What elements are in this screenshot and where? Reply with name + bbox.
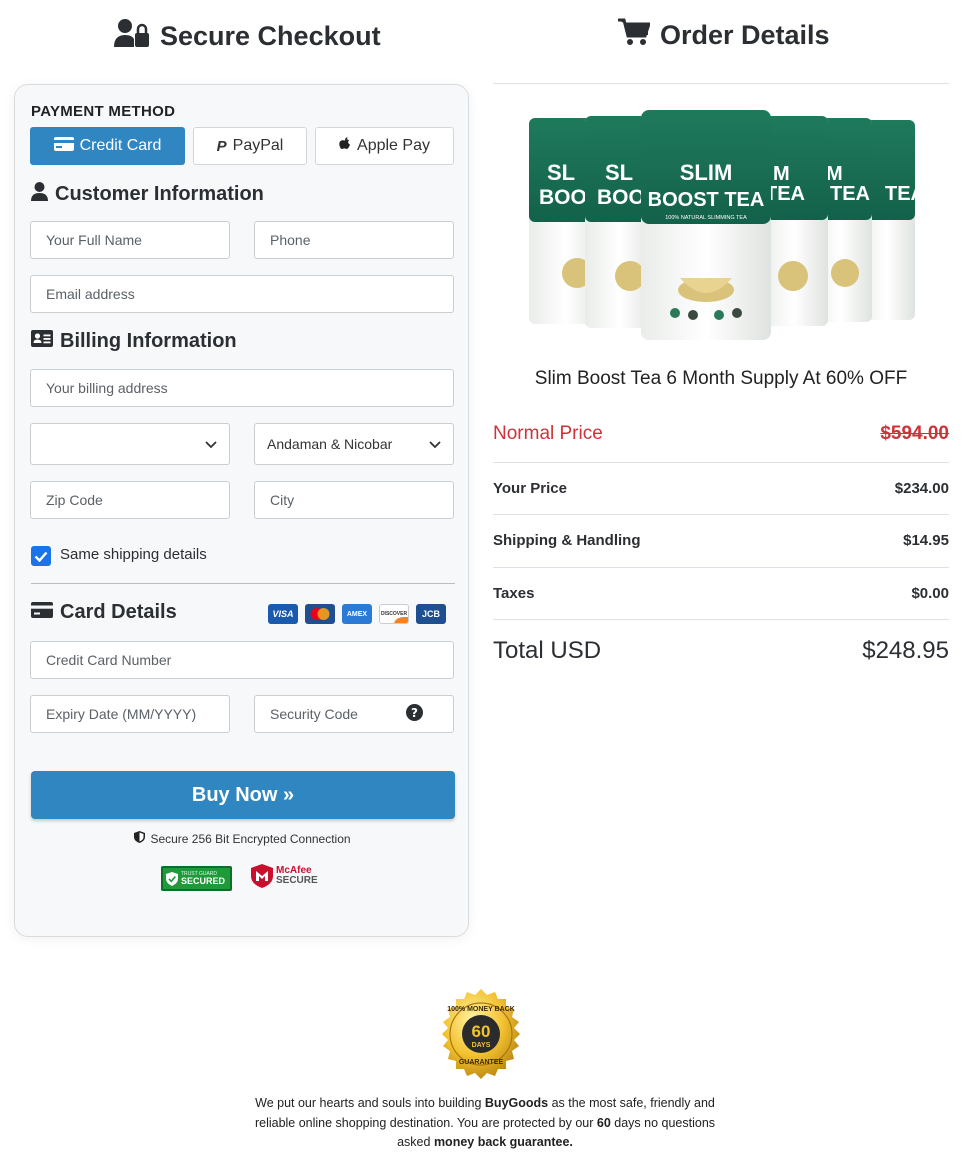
- svg-text:M: M: [773, 163, 790, 185]
- money-back-guarantee-seal: 60 DAYS 100% MONEY BACK GUARANTEE: [442, 989, 520, 1079]
- zip-code-input[interactable]: Zip Code: [30, 481, 230, 519]
- mcafee-shield-icon: [251, 864, 273, 888]
- order-details-title: Order Details: [618, 18, 830, 53]
- pouch-front: SLIM BOOST TEA 100% NATURAL SLIMMING TEA: [641, 110, 771, 340]
- svg-text:?: ?: [411, 706, 418, 720]
- svg-text:M: M: [826, 163, 843, 185]
- amex-logo-icon: AMEX: [342, 604, 372, 624]
- svg-text:SL: SL: [605, 160, 633, 185]
- discover-logo-icon: DISCOVER: [379, 604, 409, 624]
- svg-text:100% MONEY BACK: 100% MONEY BACK: [447, 1006, 515, 1013]
- svg-text:100% NATURAL SLIMMING TEA: 100% NATURAL SLIMMING TEA: [665, 215, 747, 221]
- country-select[interactable]: [30, 423, 230, 465]
- email-input[interactable]: Email address: [30, 275, 454, 313]
- city-input[interactable]: City: [254, 481, 454, 519]
- credit-card-icon: [53, 136, 74, 156]
- svg-text:60: 60: [472, 1022, 491, 1041]
- svg-text:BOOST TEA: BOOST TEA: [648, 189, 765, 211]
- address-card-icon: [31, 330, 53, 353]
- guarantee-text: We put our hearts and souls into buildin…: [254, 1096, 716, 1149]
- price-divider: [493, 619, 949, 620]
- apple-icon: [339, 136, 351, 156]
- svg-text:SL: SL: [547, 160, 575, 185]
- card-number-input[interactable]: Credit Card Number: [30, 641, 454, 679]
- credit-card-tab[interactable]: Credit Card: [30, 127, 185, 165]
- buy-now-button[interactable]: Buy Now »: [31, 771, 455, 819]
- header-divider: [493, 83, 949, 84]
- paypal-icon: P: [216, 137, 227, 155]
- checkmark-icon: [34, 551, 48, 562]
- billing-address-input[interactable]: Your billing address: [30, 369, 454, 407]
- svg-text:TEA: TEA: [885, 183, 920, 205]
- shield-icon: [134, 831, 146, 846]
- chevron-down-icon: [205, 436, 217, 452]
- mastercard-logo-icon: [305, 604, 335, 624]
- price-divider: [493, 514, 949, 515]
- your-price-row: Your Price $234.00: [493, 480, 949, 497]
- svg-text:GUARANTEE: GUARANTEE: [459, 1059, 504, 1066]
- paypal-tab[interactable]: P PayPal: [193, 127, 307, 165]
- state-select[interactable]: Andaman & Nicobar: [254, 423, 454, 465]
- user-lock-icon: [114, 18, 150, 55]
- card-logos: VISA AMEX DISCOVER JCB: [268, 604, 446, 624]
- price-divider: [493, 462, 949, 463]
- billing-information-heading: Billing Information: [31, 330, 237, 353]
- expiry-date-input[interactable]: Expiry Date (MM/YYYY): [30, 695, 230, 733]
- apple-pay-tab[interactable]: Apple Pay: [315, 127, 454, 165]
- full-name-input[interactable]: Your Full Name: [30, 221, 230, 259]
- shipping-row: Shipping & Handling $14.95: [493, 532, 949, 549]
- security-code-input[interactable]: Security Code ?: [254, 695, 454, 733]
- trustguard-secured-badge: TRUST GUARD SECURED: [161, 866, 232, 891]
- payment-method-label: PAYMENT METHOD: [31, 103, 176, 120]
- credit-card-icon: [31, 601, 53, 624]
- visa-logo-icon: VISA: [268, 604, 298, 624]
- form-divider: [31, 583, 455, 584]
- product-image: TEA M TEA M TEA SL BOOS SL BOOS SLIM BOO…: [529, 110, 920, 340]
- taxes-row: Taxes $0.00: [493, 585, 949, 602]
- svg-text:DAYS: DAYS: [472, 1042, 491, 1049]
- jcb-logo-icon: JCB: [416, 604, 446, 624]
- product-name: Slim Boost Tea 6 Month Supply At 60% OFF: [534, 368, 908, 389]
- customer-information-heading: Customer Information: [31, 182, 264, 207]
- mcafee-secure-badge: McAfee SECURE: [251, 864, 318, 888]
- shield-check-icon: [166, 871, 178, 886]
- chevron-down-icon: [429, 436, 441, 452]
- price-divider: [493, 567, 949, 568]
- svg-text:TEA: TEA: [830, 183, 870, 205]
- card-details-heading: Card Details: [31, 601, 177, 624]
- secure-connection-note: Secure 256 Bit Encrypted Connection: [15, 831, 470, 846]
- normal-price-row: Normal Price $594.00: [493, 423, 949, 444]
- total-row: Total USD $248.95: [493, 637, 949, 664]
- svg-text:SLIM: SLIM: [680, 160, 733, 185]
- shopping-cart-icon: [618, 18, 652, 53]
- same-shipping-label[interactable]: Same shipping details: [60, 546, 207, 563]
- checkout-form-panel: PAYMENT METHOD Credit Card P PayPal Appl…: [14, 84, 469, 937]
- phone-input[interactable]: Phone: [254, 221, 454, 259]
- secure-checkout-title: Secure Checkout: [114, 18, 381, 55]
- question-circle-icon[interactable]: ?: [406, 704, 423, 724]
- user-icon: [31, 182, 48, 207]
- same-shipping-checkbox[interactable]: [31, 546, 51, 566]
